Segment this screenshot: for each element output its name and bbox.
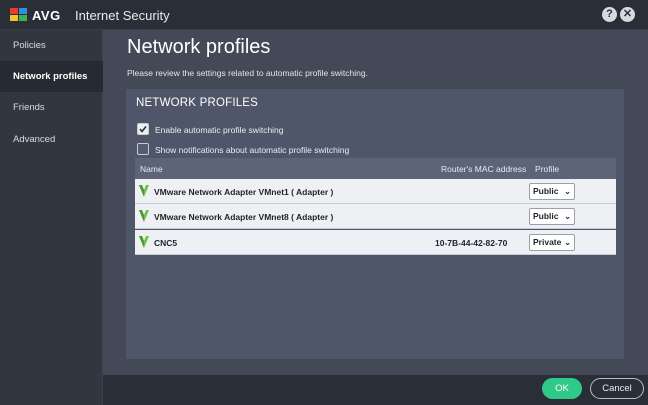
network-name: CNC5 <box>154 238 178 248</box>
profile-value: Public <box>533 211 559 221</box>
footer-bar: OK Cancel <box>103 375 648 405</box>
checkmark-icon <box>139 126 147 133</box>
show-notifications-checkbox[interactable] <box>137 143 149 155</box>
profile-value: Public <box>533 186 559 196</box>
network-profiles-panel: NETWORK PROFILES Enable automatic profil… <box>126 89 624 359</box>
network-name: VMware Network Adapter VMnet8 ( Adapter … <box>154 212 334 222</box>
enable-auto-switching-checkbox[interactable] <box>137 123 149 135</box>
network-name: VMware Network Adapter VMnet1 ( Adapter … <box>154 187 334 197</box>
cancel-button[interactable]: Cancel <box>590 378 644 399</box>
column-header-profile: Profile <box>535 164 560 174</box>
table-header: Name Router's MAC address Profile <box>135 158 616 179</box>
help-icon: ? <box>606 8 613 20</box>
network-adapter-icon <box>139 236 149 248</box>
sidebar-item-network-profiles[interactable]: Network profiles <box>0 61 103 92</box>
enable-auto-switching-label: Enable automatic profile switching <box>155 125 284 135</box>
profile-value: Private <box>533 237 562 247</box>
chevron-down-icon: ⌄ <box>564 238 571 247</box>
chevron-down-icon: ⌄ <box>564 187 571 196</box>
title-bar: AVG Internet Security ? ✕ <box>0 0 648 30</box>
column-header-mac: Router's MAC address <box>441 164 527 174</box>
sidebar: Policies Network profiles Friends Advanc… <box>0 30 103 405</box>
chevron-down-icon: ⌄ <box>564 212 571 221</box>
page-description: Please review the settings related to au… <box>127 68 368 78</box>
network-profiles-table: Name Router's MAC address Profile VMware… <box>135 158 616 256</box>
main-content: Network profiles Please review the setti… <box>103 30 648 375</box>
sidebar-item-advanced[interactable]: Advanced <box>0 124 103 155</box>
brand-name: AVG <box>32 8 61 23</box>
profile-select[interactable]: Private ⌄ <box>529 234 575 251</box>
column-header-name: Name <box>140 164 163 174</box>
table-row[interactable]: VMware Network Adapter VMnet1 ( Adapter … <box>135 179 616 204</box>
table-row[interactable]: CNC5 10-7B-44-42-82-70 Private ⌄ <box>135 230 616 255</box>
table-row[interactable]: VMware Network Adapter VMnet8 ( Adapter … <box>135 204 616 229</box>
sidebar-item-friends[interactable]: Friends <box>0 92 103 123</box>
page-title: Network profiles <box>127 36 271 58</box>
network-adapter-icon <box>139 185 149 197</box>
profile-select[interactable]: Public ⌄ <box>529 183 575 200</box>
show-notifications-label: Show notifications about automatic profi… <box>155 145 350 155</box>
network-adapter-icon <box>139 210 149 222</box>
help-button[interactable]: ? <box>602 7 617 22</box>
app-title: Internet Security <box>75 8 170 23</box>
close-icon: ✕ <box>622 8 633 20</box>
avg-logo-icon <box>10 8 27 21</box>
profile-select[interactable]: Public ⌄ <box>529 208 575 225</box>
panel-title: NETWORK PROFILES <box>136 97 259 109</box>
sidebar-item-policies[interactable]: Policies <box>0 30 103 61</box>
router-mac: 10-7B-44-42-82-70 <box>435 238 508 248</box>
ok-button[interactable]: OK <box>542 378 582 399</box>
close-button[interactable]: ✕ <box>620 7 635 22</box>
